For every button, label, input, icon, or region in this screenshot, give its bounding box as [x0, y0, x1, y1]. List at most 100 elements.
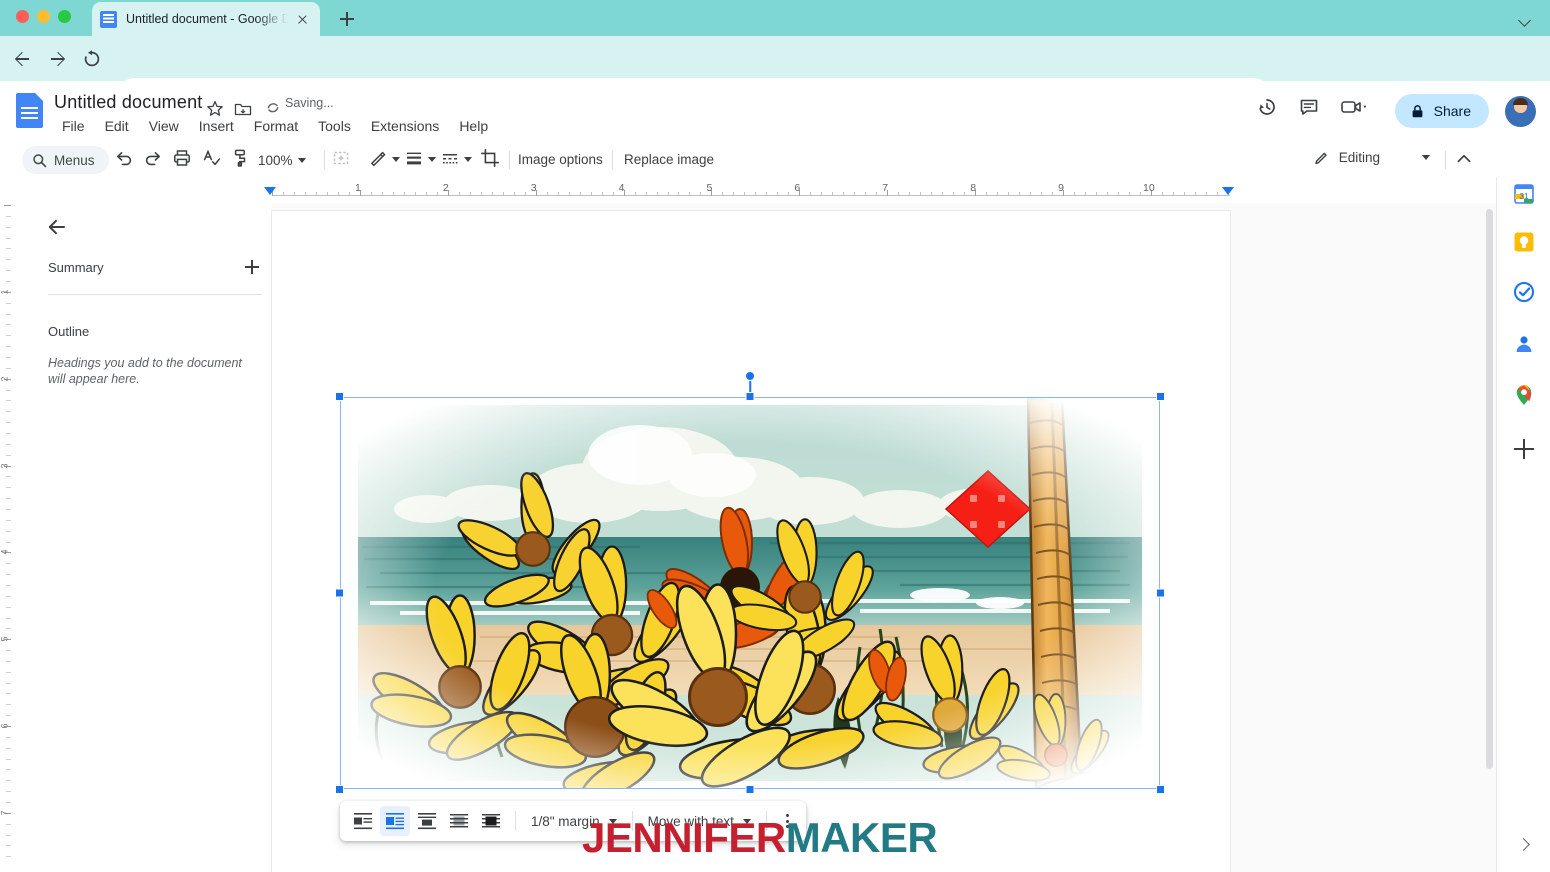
border-dash-icon[interactable] [439, 147, 465, 173]
right-indent-marker[interactable] [1222, 187, 1234, 195]
vertical-ruler-tick [6, 443, 11, 445]
vertical-ruler-tick [6, 758, 11, 760]
chevron-up-icon[interactable] [1452, 148, 1476, 170]
ruler-tick [414, 192, 416, 196]
back-icon[interactable] [8, 45, 36, 73]
wrap-text-icon[interactable] [380, 806, 410, 836]
meet-icon[interactable] [1339, 95, 1385, 127]
image-options-button[interactable]: Image options [518, 152, 603, 167]
chevron-down-icon[interactable] [1514, 8, 1536, 30]
back-arrow-icon[interactable] [44, 214, 70, 240]
chevron-down-icon [297, 157, 306, 163]
vertical-ruler-number: 5 [0, 636, 10, 642]
resize-handle-bottom-center[interactable] [745, 785, 755, 794]
vertical-ruler-tick [6, 508, 11, 510]
maps-icon[interactable] [1512, 383, 1536, 407]
horizontal-ruler[interactable]: 1 2 3 4 5 6 7 8 9 10 [0, 182, 1500, 202]
resize-handle-bottom-right[interactable] [1156, 785, 1165, 794]
reload-icon[interactable] [78, 45, 106, 73]
image-border-icon[interactable] [330, 147, 356, 173]
behind-text-icon[interactable] [444, 806, 474, 836]
calendar-icon[interactable]: 31 [1512, 182, 1536, 206]
scrollbar-thumb[interactable] [1486, 209, 1493, 769]
menu-format[interactable]: Format [244, 116, 308, 136]
tasks-icon[interactable] [1512, 280, 1536, 304]
user-avatar[interactable] [1505, 95, 1536, 127]
vertical-ruler[interactable]: 1 2 3 4 5 6 7 [0, 205, 14, 870]
break-text-icon[interactable] [412, 806, 442, 836]
menu-view[interactable]: View [139, 116, 189, 136]
docs-logo-icon[interactable] [16, 93, 43, 128]
version-history-icon[interactable] [1255, 95, 1291, 127]
inline-wrap-icon[interactable] [348, 806, 378, 836]
keep-icon[interactable] [1512, 230, 1536, 254]
vertical-ruler-tick [6, 389, 11, 391]
divider [48, 294, 262, 295]
resize-handle-top-center[interactable] [745, 392, 755, 401]
menu-edit[interactable]: Edit [95, 116, 139, 136]
border-color-icon[interactable] [367, 147, 393, 173]
ruler-tick [524, 192, 526, 196]
replace-image-button[interactable]: Replace image [624, 152, 714, 167]
resize-handle-middle-right[interactable] [1156, 588, 1165, 598]
chevron-down-icon[interactable] [392, 157, 400, 162]
comment-icon[interactable] [1297, 95, 1333, 127]
editing-mode-selector[interactable]: Editing [1313, 148, 1430, 166]
resize-handle-top-left[interactable] [335, 392, 344, 401]
resize-handle-bottom-left[interactable] [335, 785, 344, 794]
contacts-icon[interactable] [1512, 332, 1536, 356]
ruler-tick [425, 192, 427, 196]
ruler-tick [997, 192, 999, 196]
menu-extensions[interactable]: Extensions [361, 116, 449, 136]
vertical-ruler-tick [6, 454, 11, 456]
zoom-level-selector[interactable]: 100% [258, 147, 306, 173]
minimize-window-button[interactable] [37, 10, 50, 23]
vertical-ruler-tick [6, 487, 11, 489]
vertical-ruler-number: 1 [0, 289, 10, 295]
new-tab-button[interactable] [334, 6, 360, 32]
chevron-down-icon[interactable] [428, 157, 436, 162]
ruler-number: 5 [706, 182, 713, 194]
chevron-down-icon[interactable] [464, 157, 472, 162]
expand-rail-icon[interactable] [1515, 836, 1533, 854]
menu-help[interactable]: Help [449, 116, 498, 136]
ruler-tick [1205, 192, 1207, 196]
document-scrollbar[interactable] [1483, 203, 1496, 872]
forward-icon[interactable] [44, 45, 72, 73]
vertical-ruler-tick [6, 584, 11, 586]
vertical-ruler-tick [6, 400, 11, 402]
close-window-button[interactable] [16, 10, 29, 23]
redo-icon[interactable] [142, 147, 168, 173]
ruler-tick [656, 192, 658, 196]
print-icon[interactable] [171, 147, 197, 173]
crop-icon[interactable] [479, 147, 505, 173]
paint-format-icon[interactable] [229, 147, 255, 173]
document-canvas[interactable]: 1/8" margin Move with text [272, 203, 1496, 872]
menu-tools[interactable]: Tools [308, 116, 361, 136]
document-page[interactable]: 1/8" margin Move with text [272, 211, 1230, 872]
left-indent-marker[interactable] [264, 187, 276, 195]
ruler-tick [480, 192, 482, 196]
menu-insert[interactable]: Insert [189, 116, 244, 136]
undo-icon[interactable] [113, 147, 139, 173]
vertical-ruler-tick [6, 237, 11, 239]
vertical-ruler-number: 7 [0, 810, 10, 816]
document-title[interactable]: Untitled document [54, 92, 202, 113]
border-weight-icon[interactable] [403, 147, 429, 173]
share-button[interactable]: Share [1394, 94, 1489, 128]
rotation-handle[interactable] [745, 371, 755, 381]
menu-file[interactable]: File [52, 116, 95, 136]
ruler-tick [568, 192, 570, 196]
spellcheck-icon[interactable] [200, 147, 226, 173]
plus-icon[interactable] [242, 257, 262, 277]
menus-search-button[interactable]: Menus [22, 146, 109, 174]
maximize-window-button[interactable] [58, 10, 71, 23]
resize-handle-top-right[interactable] [1156, 392, 1165, 401]
vertical-ruler-tick [6, 606, 11, 608]
add-ons-plus-icon[interactable] [1512, 437, 1536, 461]
browser-tab[interactable]: Untitled document - Google D [92, 2, 320, 36]
in-front-of-text-icon[interactable] [476, 806, 506, 836]
close-icon[interactable] [292, 9, 312, 29]
resize-handle-middle-left[interactable] [335, 588, 344, 598]
selected-image-container[interactable] [335, 371, 1165, 794]
